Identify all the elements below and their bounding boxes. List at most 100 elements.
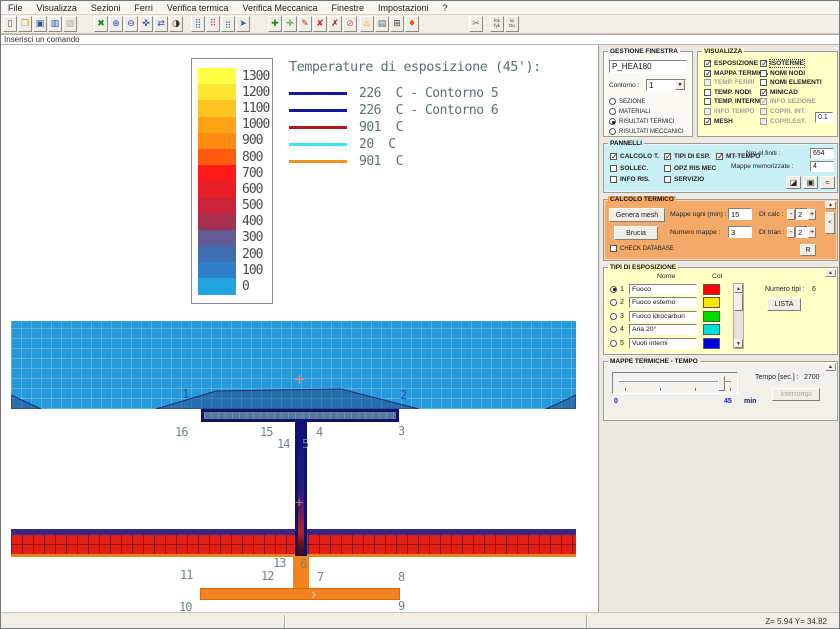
visualizza-checkbox[interactable]: INFO TEMPO [704, 108, 768, 115]
menu-item[interactable]: Visualizza [30, 1, 84, 15]
flame-icon[interactable]: ♦ [405, 16, 419, 32]
visualizza-checkbox[interactable]: MAPPA TERMICA [704, 70, 768, 77]
delete-node-icon[interactable]: ✗ [328, 16, 342, 32]
chevron-down-icon[interactable]: ▼ [675, 80, 685, 90]
mesh-edit-icon[interactable]: ⣶ [221, 16, 235, 32]
table-icon[interactable]: ⊞ [390, 16, 404, 32]
expand-left-button[interactable]: < [825, 212, 835, 234]
copri-int-input[interactable]: 0.1 [815, 112, 833, 123]
lista-button[interactable]: LISTA [767, 298, 801, 311]
minus-icon[interactable]: - [787, 209, 795, 220]
add-element-icon[interactable]: ✛ [283, 16, 297, 32]
esposizione-name[interactable]: Aria 20° [629, 324, 697, 335]
pannelli-checkbox[interactable]: INFO RIS. [610, 176, 659, 183]
visualizza-checkbox[interactable]: TEMP. INTERNE [704, 98, 768, 105]
contorno-select[interactable]: 1 ▼ [646, 79, 686, 91]
numero-mappe-input[interactable]: 3 [728, 226, 752, 238]
open-folder-icon[interactable]: ❒ [18, 16, 32, 32]
pannelli-checkbox[interactable]: CALCOLO T. [610, 153, 659, 160]
esposizione-name[interactable]: Fuoco esterno [629, 297, 697, 308]
visualizza-checkbox[interactable]: NOMI NODI [760, 70, 822, 77]
esposizione-scrollbar[interactable]: ▲ ▼ [733, 283, 744, 349]
menu-item[interactable]: Finestre [324, 1, 371, 15]
menu-item[interactable]: Sezioni [84, 1, 128, 15]
esposizione-row[interactable]: 3 Fuoco idrocarburi [610, 310, 720, 323]
interrompi-button[interactable]: Interrompi [772, 388, 820, 401]
esposizione-name[interactable]: Fuoco idrocarburi [629, 311, 697, 322]
new-file-icon[interactable]: ▯ [3, 16, 17, 32]
menu-item[interactable]: ? [436, 1, 455, 15]
slider-handle[interactable] [718, 376, 725, 391]
no-entry-icon[interactable]: ⊘ [343, 16, 357, 32]
esposizione-name[interactable]: Fuoco [629, 284, 697, 295]
scroll-thumb[interactable] [734, 293, 743, 311]
esposizione-name[interactable]: Vuoti interni [629, 338, 697, 349]
visualizza-checkbox[interactable]: ISOTERME [760, 60, 822, 67]
pannelli-checkbox[interactable]: SERVIZIO [664, 176, 716, 183]
node-temps-icon[interactable]: ⠿ [206, 16, 220, 32]
edit-node-icon[interactable]: ✎ [298, 16, 312, 32]
visualizza-checkbox[interactable]: TEMP. NODI [704, 89, 768, 96]
esposizione-row[interactable]: 2 Fuoco esterno [610, 297, 720, 310]
window-name-input[interactable]: P_HEA180 [609, 60, 687, 73]
move-node-icon[interactable]: ✘ [313, 16, 327, 32]
plus-icon[interactable]: + [808, 227, 816, 238]
shade-icon[interactable]: ◑ [169, 16, 183, 32]
view-mode-radio[interactable]: RISULTATI MECCANICI [609, 128, 684, 135]
dt-trian-value[interactable]: 2 [795, 226, 808, 238]
mappe-ogni-input[interactable]: 15 [728, 208, 752, 220]
visualizza-checkbox[interactable]: COPRI.EST. [760, 118, 822, 125]
menu-item[interactable]: File [1, 1, 30, 15]
esposizione-row[interactable]: 1 Fuoco [610, 283, 720, 296]
plus-icon[interactable]: + [808, 209, 816, 220]
mesh-flip-icon[interactable]: ➤ [236, 16, 250, 32]
tempo-slider[interactable] [612, 372, 738, 394]
collapse-icon[interactable] [825, 269, 836, 277]
visualizza-checkbox[interactable]: COPRI. INT. [760, 108, 822, 115]
dt-trian-stepper[interactable]: - 2 + [787, 226, 816, 238]
pannelli-checkbox[interactable]: SOLLEC. [610, 165, 659, 172]
drawing-canvas[interactable]: 1300 1200 1100 1000 [1, 45, 598, 612]
save-all-icon[interactable]: ▥ [48, 16, 62, 32]
print-icon[interactable]: ◪ [786, 176, 801, 189]
menu-item[interactable]: Ferri [127, 1, 160, 15]
zoom-out-icon[interactable]: ⊖ [124, 16, 138, 32]
collapse-icon[interactable] [825, 363, 836, 371]
fck-fyk-button[interactable]: fck fyk [490, 16, 504, 32]
thermometer-icon[interactable]: ♨ [360, 16, 374, 32]
save-icon[interactable]: ▣ [33, 16, 47, 32]
snapshot-icon[interactable]: ▣ [803, 176, 818, 189]
menu-item[interactable]: Verifica Meccanica [235, 1, 324, 15]
pannelli-checkbox[interactable]: OPZ RIS MEC [664, 165, 716, 172]
menu-item[interactable]: Impostazioni [371, 1, 436, 15]
visualizza-checkbox[interactable]: TEMP. FERRI [704, 79, 768, 86]
pan-icon[interactable]: ✜ [139, 16, 153, 32]
refresh-icon[interactable]: ⇄ [154, 16, 168, 32]
chart-icon[interactable]: ≈ [820, 176, 835, 189]
visualizza-checkbox[interactable]: MINICAD [760, 89, 822, 96]
visualizza-checkbox[interactable]: NOMI ELEMENTI [760, 79, 822, 86]
pannelli-checkbox[interactable]: TIPI DI ESP. [664, 153, 716, 160]
view-mode-radio[interactable]: SEZIONE [609, 98, 684, 105]
view-mode-radio[interactable]: RISULTATI TERMICI [609, 118, 684, 125]
scroll-up-icon[interactable]: ▲ [734, 284, 743, 293]
esposizione-row[interactable]: 4 Aria 20° [610, 324, 720, 337]
brucia-button[interactable]: Brucia [614, 226, 658, 240]
collapse-icon[interactable] [825, 201, 836, 209]
command-input[interactable]: Inserisci un comando [1, 34, 840, 45]
scroll-down-icon[interactable]: ▼ [734, 339, 743, 348]
add-node-icon[interactable]: ✚ [268, 16, 282, 32]
visualizza-checkbox[interactable]: INFO SEZIONE [760, 98, 822, 105]
zoom-in-icon[interactable]: ⊕ [109, 16, 123, 32]
zoom-extents-icon[interactable]: ✖ [94, 16, 108, 32]
dt-calc-stepper[interactable]: - 2 + [787, 208, 816, 220]
lambda-button[interactable]: λc Du [505, 16, 519, 32]
genera-mesh-button[interactable]: Genera mesh [609, 208, 665, 222]
visualizza-checkbox[interactable]: MESH [704, 118, 768, 125]
visualizza-checkbox[interactable]: ESPOSIZIONE [704, 60, 768, 67]
report-icon[interactable]: ▤ [375, 16, 389, 32]
mesh-view-icon[interactable]: ⣿ [191, 16, 205, 32]
dt-calc-value[interactable]: 2 [795, 208, 808, 220]
cut-icon[interactable]: ✂ [469, 16, 483, 32]
r-button[interactable]: R [800, 244, 816, 256]
